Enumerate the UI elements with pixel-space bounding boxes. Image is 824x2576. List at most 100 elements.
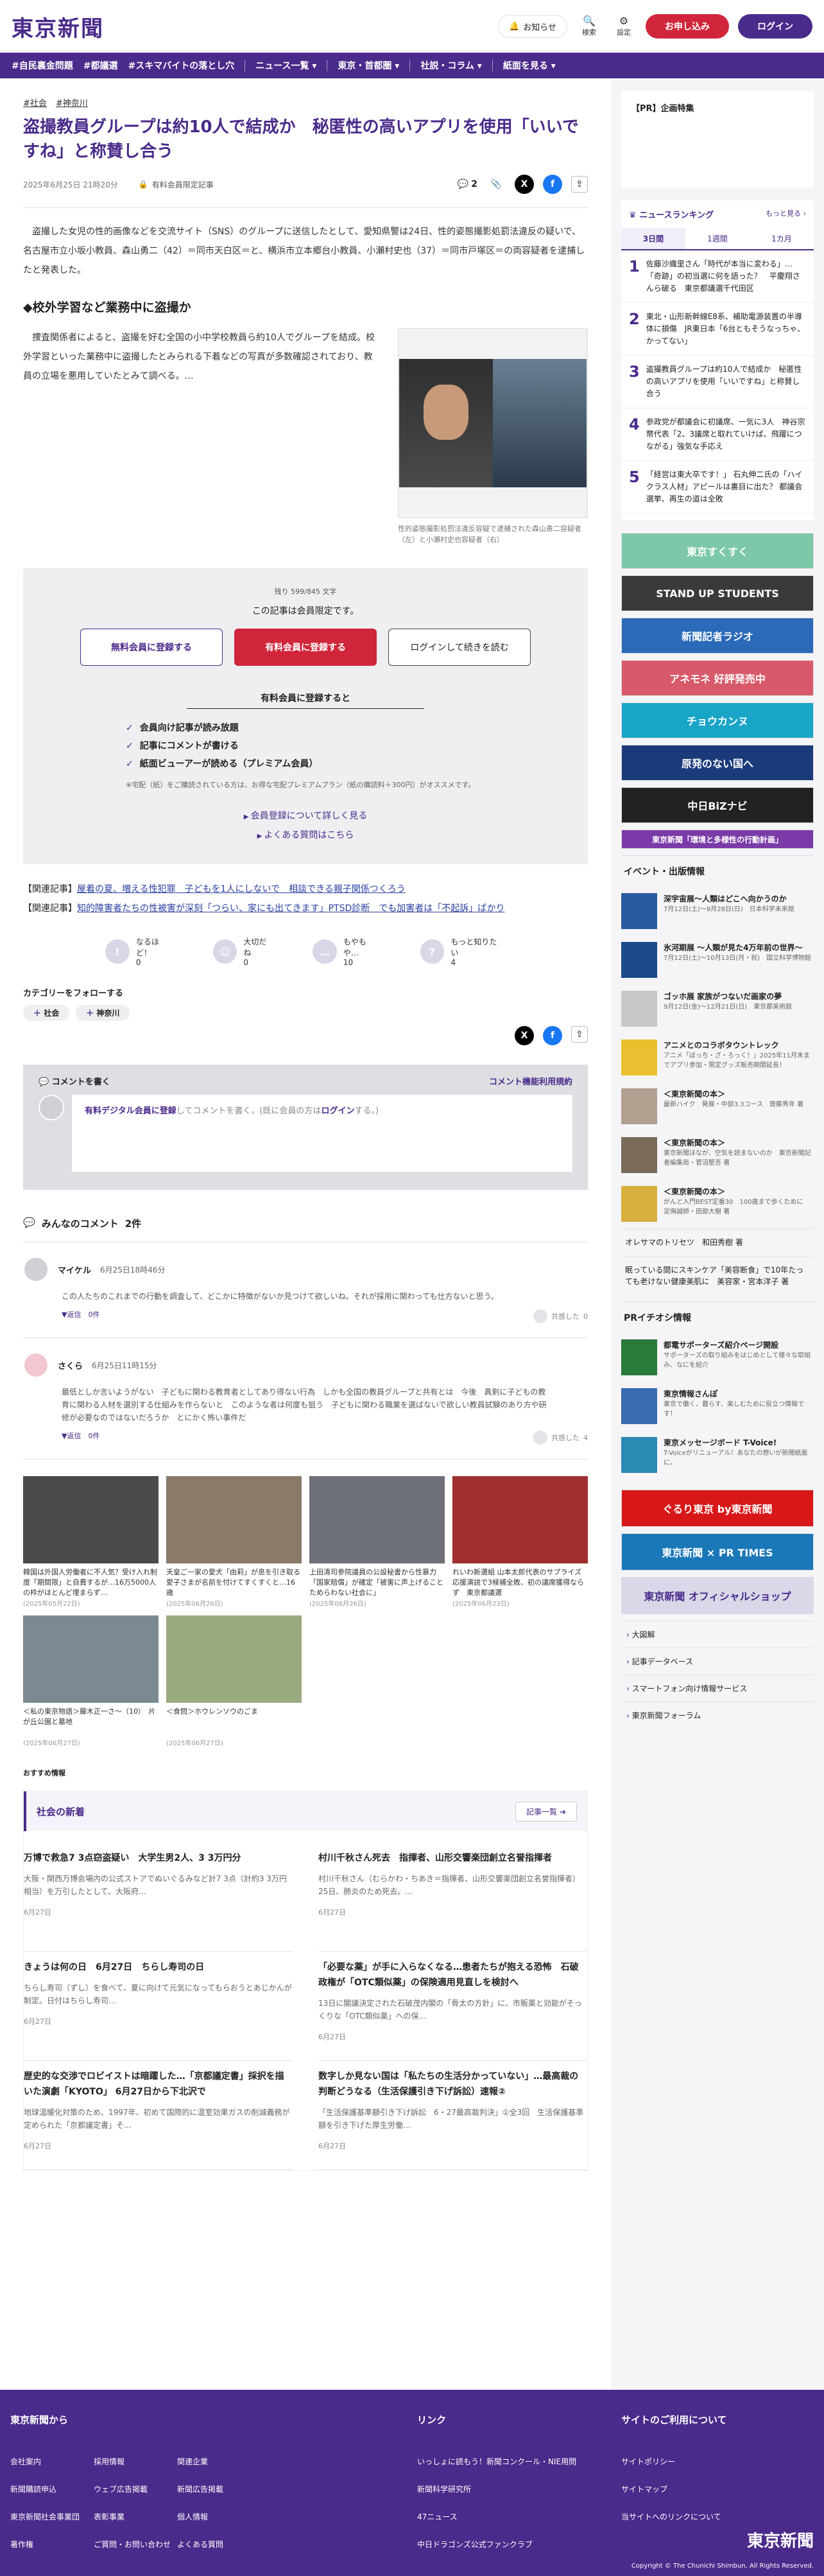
nav-topic-1[interactable]: #自民裏金問題 xyxy=(12,59,73,72)
news-item[interactable]: 数字しか見ない国は「私たちの生活分かっていない」…最高裁の判断どうなる（生活保護… xyxy=(318,2061,587,2170)
news-item[interactable]: 歴史的な交渉でロビイストは暗躍した…「京都議定書」採択を描いた演劇「KYOTO」… xyxy=(24,2061,293,2170)
promo-banner[interactable]: STAND UP STUDENTS xyxy=(621,575,814,611)
x-share-icon[interactable]: X xyxy=(515,1026,534,1045)
promo-banner[interactable]: チョウカンヌ xyxy=(621,702,814,738)
reaction-moyamoya[interactable]: … もやもや… 10 xyxy=(313,936,382,967)
footer-link[interactable]: 中日ドラゴンズ公式ファンクラブ xyxy=(417,2539,621,2550)
share-icon[interactable]: ⇪ xyxy=(571,1026,588,1043)
promo-banner[interactable]: 東京新聞 × PR TIMES xyxy=(621,1533,814,1571)
footer-link[interactable]: サイトマップ xyxy=(621,2484,814,2494)
reaction-naruhodo[interactable]: ! なるほど！ 0 xyxy=(105,936,175,967)
nav-menu-news[interactable]: ニュース一覧 ▾ xyxy=(255,59,316,72)
book-link[interactable]: オレサマのトリセツ 和田秀樹 著 xyxy=(621,1228,814,1256)
login-continue-button[interactable]: ログインして続きを読む xyxy=(388,629,531,666)
footer-link[interactable]: いっしょに読もう！新聞コンクール・NIE用問 xyxy=(417,2456,621,2467)
event-item[interactable]: ＜東京新聞の本＞ 最新ハイク 発展・中部3.3コース 齋藤秀年 著 xyxy=(621,1082,814,1131)
paid-register-button[interactable]: 有料会員に登録する xyxy=(234,629,377,666)
comment-input[interactable]: 有料デジタル会員に登録してコメントを書く。(既に会員の方はログインする。) xyxy=(72,1095,572,1172)
facebook-share-icon[interactable]: f xyxy=(543,1026,562,1045)
ranking-item[interactable]: 5 「経営は東大卒です！」 石丸伸二氏の「ハイクラス人材」アピールは裏目に出た？ … xyxy=(621,461,814,514)
article-photo[interactable] xyxy=(398,328,588,518)
promo-banner[interactable]: 東京新聞 オフィシャルショップ xyxy=(621,1577,814,1614)
nav-topic-3[interactable]: #スキマバイトの落とし穴 xyxy=(128,59,234,72)
pr-event-item[interactable]: 東京メッセージボード T-Voice! T-Voiceがリニューアル！あなたの想い… xyxy=(621,1431,814,1479)
tag-society[interactable]: #社会 xyxy=(23,96,47,109)
news-item[interactable]: 村川千秋さん死去 指揮者、山形交響楽団創立名誉指揮者 村川千秋さん（むらかわ・ちあ… xyxy=(318,1843,587,1952)
footer-link[interactable]: ウェブ広告掲載 xyxy=(94,2484,177,2494)
event-item[interactable]: ＜東京新聞の本＞ 東京新聞ほなが、空気を読まないのか 東京新聞記者編集局・菅沼堅吾… xyxy=(621,1131,814,1179)
event-item[interactable]: アニメとのコラボタウントレック アニメ「ぼっち・ざ・ろっく！」2025年11月末ま… xyxy=(621,1033,814,1082)
follow-chip-kanagawa[interactable]: 神奈川 xyxy=(76,1005,130,1021)
ranking-more-link[interactable]: もっと見る › xyxy=(766,208,806,220)
faq-link[interactable]: よくある質問はこちら xyxy=(257,828,354,841)
photo-card[interactable]: れいわ新選組 山本太郎代表のサプライズ応援演説で3候補全敗、初の議席獲得ならず … xyxy=(452,1476,588,1608)
promo-banner[interactable]: 原発のない国へ xyxy=(621,745,814,781)
footer-logo[interactable]: 東京新聞 xyxy=(747,2528,814,2552)
reply-toggle[interactable]: ▼返信 0件 xyxy=(62,1431,99,1445)
article-list-button[interactable]: 記事一覧 ➔ xyxy=(515,1801,577,1822)
footer-link[interactable]: 関連企業 xyxy=(177,2456,261,2467)
pr-event-item[interactable]: 都電サポーターズ紹介ページ開設 サポーターズの取り組みをはじめとして様々な取組み、… xyxy=(621,1333,814,1382)
sidebar-link[interactable]: 記事データベース xyxy=(621,1648,814,1675)
free-register-button[interactable]: 無料会員に登録する xyxy=(80,629,223,666)
tab-1month[interactable]: 1カ月 xyxy=(750,228,814,249)
sidebar-link[interactable]: 東京新聞フォーラム xyxy=(621,1701,814,1728)
agree-button[interactable]: 共感した 0 xyxy=(533,1309,588,1323)
photo-card[interactable]: ＜私の東京物語＞藤木正一さ〜（10） 片が丘公園と墓地 (2025年06月27日) xyxy=(23,1615,159,1747)
book-link[interactable]: 眠っている間にスキンケア「美容断食」で10年たっても老けない健康美肌に 美容家・… xyxy=(621,1256,814,1295)
clip-icon[interactable]: 📎 xyxy=(486,175,506,194)
apply-button[interactable]: お申し込み xyxy=(646,14,729,39)
nav-topic-2[interactable]: #都議選 xyxy=(83,59,118,72)
photo-card[interactable]: ＜食問＞ホウレンソウのごま (2025年06月27日) xyxy=(166,1615,302,1747)
search-button[interactable]: 🔍 検索 xyxy=(576,15,602,37)
ranking-item[interactable]: 3 盗撮教員グループは約10人で結成か 秘匿性の高いアプリを使用「いいですね」と称… xyxy=(621,356,814,408)
promo-banner[interactable]: 中日BiZナビ xyxy=(621,787,814,823)
promo-banner[interactable]: 新聞記者ラジオ xyxy=(621,618,814,654)
event-item[interactable]: ＜東京新聞の本＞ がんと入門BEST定番30 100歳まで歩くために 足侮誠師・田… xyxy=(621,1179,814,1228)
reaction-shiritai[interactable]: ? もっと知りたい 4 xyxy=(420,936,504,967)
related-link[interactable]: 知的障害者たちの性被害が深刻「つらい、家にも出てきます」PTSD診断 でも加害者… xyxy=(77,903,505,914)
event-item[interactable]: 深宇宙展〜人類はどこへ向かうのか 7月12日(土)〜9月28日(日) 日本科学未来… xyxy=(621,887,814,936)
sidebar-link[interactable]: スマートフォン向け情報サービス xyxy=(621,1675,814,1701)
facebook-share-icon[interactable]: f xyxy=(543,175,562,194)
x-share-icon[interactable]: X xyxy=(515,175,534,194)
register-link[interactable]: 有料デジタル会員に登録 xyxy=(85,1106,176,1116)
follow-chip-society[interactable]: 社会 xyxy=(23,1005,70,1021)
promo-banner[interactable]: アネモネ 好評発売中 xyxy=(621,660,814,696)
notify-button[interactable]: 🔔 お知らせ xyxy=(498,15,567,38)
ranking-item[interactable]: 4 参政党が都議会に初議席、一気に3人 神谷宗幣代表「2、3議席と取れていけば、飛… xyxy=(621,408,814,461)
photo-card[interactable]: 上田清司参院議員の公設秘書から性暴力「国家賠償」が確定「被害に声上げることためら… xyxy=(309,1476,445,1608)
promo-banner[interactable]: ぐるり東京 by東京新聞 xyxy=(621,1490,814,1527)
news-item[interactable]: 万博で救急7 3点窃盗疑い 大学生男2人、3 3万円分 大阪・関西万博会場内の公式… xyxy=(24,1843,293,1952)
photo-card[interactable]: 韓国は外国人労働者に不人気？受け入れ制度「期間限」と自費するが…16万5000人… xyxy=(23,1476,159,1608)
nav-menu-tokyo[interactable]: 東京・首都圏 ▾ xyxy=(338,59,399,72)
related-link[interactable]: 屋着の夏、増える性犯罪 子どもを1人にしないで 相談できる親子関係つくろう xyxy=(77,884,406,894)
tab-3days[interactable]: 3日間 xyxy=(621,228,685,249)
footer-link[interactable]: 著作権 xyxy=(10,2539,94,2550)
agree-button[interactable]: 共感した 4 xyxy=(533,1431,588,1445)
news-item[interactable]: きょうは何の日 6月27日 ちらし寿司の日 ちらし寿司（ずし）を食べて、夏に向けて… xyxy=(24,1952,293,2061)
footer-link[interactable]: 東京新聞社会事業団 xyxy=(10,2511,94,2522)
nav-menu-editorial[interactable]: 社説・コラム ▾ xyxy=(420,59,482,72)
footer-link[interactable]: 新聞科学研究所 xyxy=(417,2484,621,2494)
reply-toggle[interactable]: ▼返信 0件 xyxy=(62,1309,99,1323)
promo-banner[interactable]: 東京すくすく xyxy=(621,533,814,569)
footer-link[interactable]: 新聞広告掲載 xyxy=(177,2484,261,2494)
pr-event-item[interactable]: 東京情報さんぽ 東京で働く、暮らす、楽しむために役立つ情報です！ xyxy=(621,1382,814,1431)
pr-feature-box[interactable]: 【PR】企画特集 xyxy=(621,91,814,187)
nav-menu-paper[interactable]: 紙面を見る ▾ xyxy=(503,59,556,72)
login-button[interactable]: ログイン xyxy=(738,14,812,39)
event-item[interactable]: ゴッホ展 家族がつないだ画家の夢 9月12日(金)〜12月21日(日) 東京都美術… xyxy=(621,984,814,1033)
photo-card[interactable]: 天皇ご一家の愛犬「由莉」が息を引き取る 愛子さまが名前を付けてすくすくと…16歳… xyxy=(166,1476,302,1608)
footer-link[interactable]: 新聞購読申込 xyxy=(10,2484,94,2494)
event-item[interactable]: 氷河期展 〜人類が見た4万年前の世界〜 7月12日(土)〜10月13日(月・祝) … xyxy=(621,936,814,984)
settings-button[interactable]: ⚙ 設定 xyxy=(611,15,637,37)
footer-link[interactable]: 採用情報 xyxy=(94,2456,177,2467)
reaction-taisetsu[interactable]: ☺ 大切だね 0 xyxy=(212,936,275,967)
footer-link[interactable]: 会社案内 xyxy=(10,2456,94,2467)
promo-banner[interactable]: 東京新聞「環境と多様性の行動計画」 xyxy=(621,830,814,849)
footer-link[interactable]: 47ニュース xyxy=(417,2511,621,2522)
ranking-item[interactable]: 2 東北・山形新幹線E8系、補助電源装置の半導体に損傷 JR東日本「6台ともそうな… xyxy=(621,303,814,356)
comment-count-button[interactable]: 💬 2 xyxy=(458,179,477,189)
tab-1week[interactable]: 1週間 xyxy=(685,228,750,249)
